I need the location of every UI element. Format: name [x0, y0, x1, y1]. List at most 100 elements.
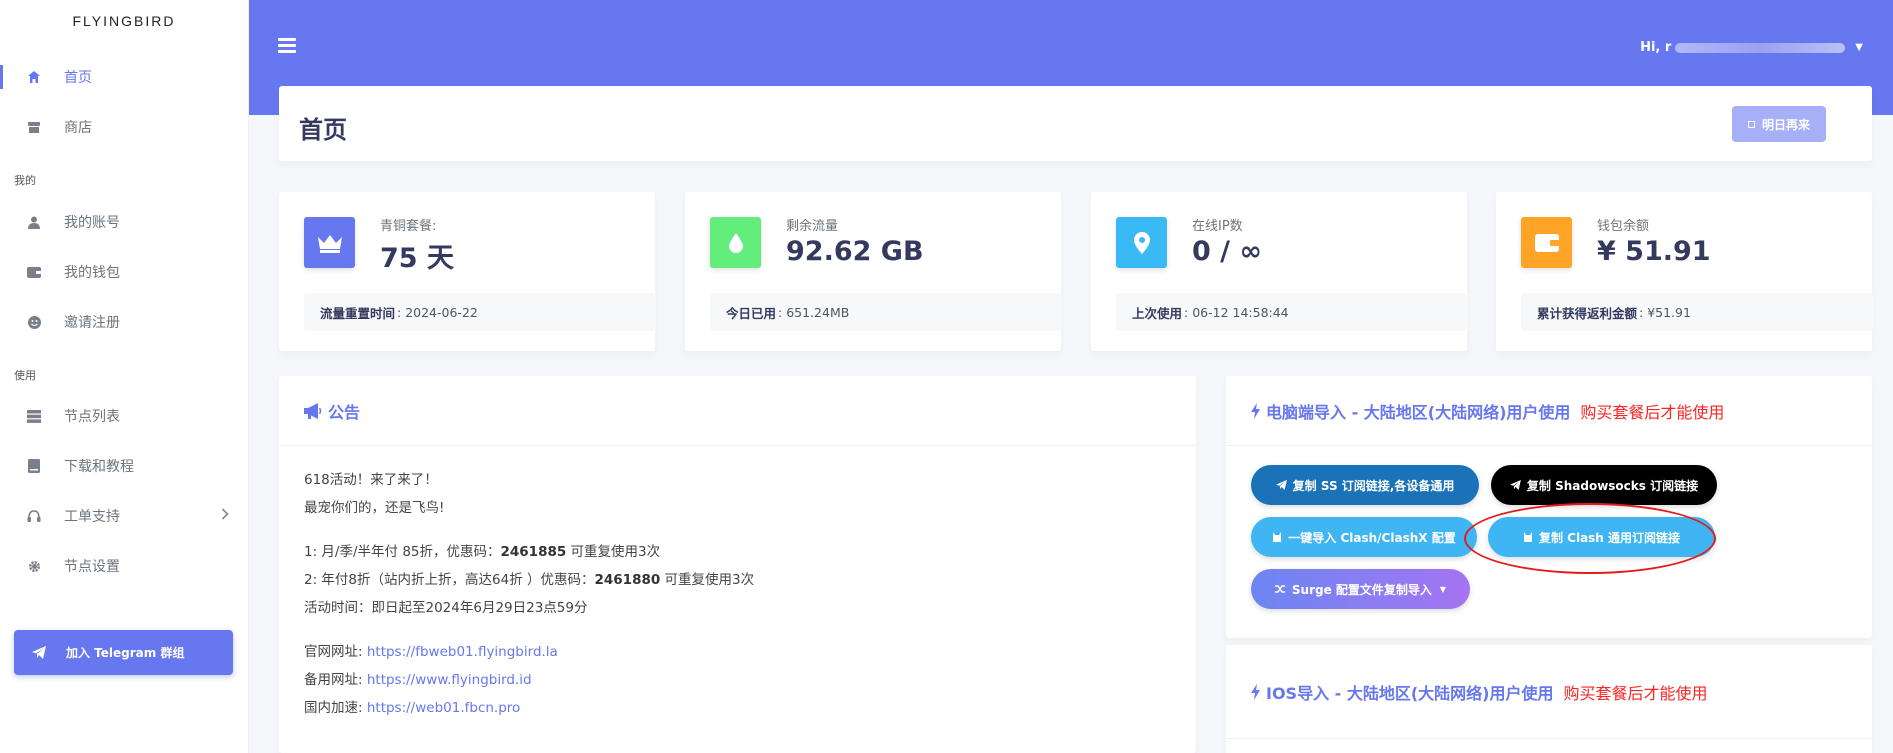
sidebar-item-label: 商店 [64, 120, 92, 136]
stat-footer-key: 上次使用 [1132, 305, 1183, 321]
notice-line: 最宠你们的，还是飞鸟! [304, 500, 445, 516]
sidebar-item-label: 下载和教程 [64, 459, 134, 475]
notice-line: 618活动！来了来了！ [304, 472, 438, 488]
ios-import-header: IOS导入 - 大陆地区(大陆网络)用户使用 购买套餐后才能使用 [1226, 645, 1872, 739]
stat-card-plan: 青铜套餐: 75 天 流量重置时间: 2024-06-22 [279, 192, 656, 351]
promo-text: 2: 年付8折（站内折上折，高达64折 ）优惠码： [304, 572, 595, 588]
cn-accel-link[interactable]: https://web01.fbcn.pro [367, 700, 520, 716]
stat-footer: 今日已用: 651.24MB [710, 293, 1062, 331]
stat-footer-value: : 2024-06-22 [397, 304, 478, 320]
user-icon [26, 214, 42, 230]
stat-label: 剩余流量 [786, 219, 839, 234]
button-label: 一键导入 Clash/ClashX 配置 [1288, 530, 1456, 545]
cat-icon [1272, 532, 1282, 542]
sidebar-item-label: 节点设置 [64, 559, 120, 575]
home-icon [26, 69, 42, 85]
menu-header-use: 使用 [14, 369, 36, 382]
caret-down-icon: ▼ [1855, 42, 1863, 53]
sidebar-item-store[interactable]: 商店 [0, 107, 249, 147]
stat-footer-key: 今日已用 [726, 305, 777, 321]
brand-logo[interactable]: FLYINGBIRD [0, 0, 248, 42]
sidebar-item-label: 首页 [64, 70, 92, 86]
url-line: 国内加速: https://web01.fbcn.pro [304, 694, 1171, 722]
ios-import-card: IOS导入 - 大陆地区(大陆网络)用户使用 购买套餐后才能使用 [1226, 645, 1872, 753]
wallet-icon [1521, 217, 1572, 268]
promo-code[interactable]: 2461885 [501, 544, 567, 560]
ios-import-warning: 购买套餐后才能使用 [1563, 683, 1708, 703]
menu-header-mine: 我的 [14, 174, 36, 187]
promo-line: 2: 年付8折（站内折上折，高达64折 ）优惠码：2461880 可重复使用3次 [304, 566, 1171, 594]
sidebar-item-invite[interactable]: 邀请注册 [0, 302, 249, 342]
sidebar-item-label: 邀请注册 [64, 315, 120, 331]
join-telegram-label: 加入 Telegram 群组 [66, 646, 185, 660]
import-clash-config-button[interactable]: 一键导入 Clash/ClashX 配置 [1251, 517, 1477, 557]
promo-text: 可重复使用3次 [660, 572, 755, 588]
bolt-icon [1251, 402, 1260, 419]
notice-title: 公告 [328, 402, 361, 422]
paper-plane-icon [32, 646, 46, 659]
copy-shadowsocks-subscription-button[interactable]: 复制 Shadowsocks 订阅链接 [1491, 465, 1717, 505]
book-icon [26, 458, 42, 474]
backup-site-link[interactable]: https://www.flyingbird.id [367, 672, 532, 688]
square-icon [1747, 120, 1755, 128]
promo-line: 1: 月/季/半年付 85折，优惠码：2461885 可重复使用3次 [304, 538, 1171, 566]
url-label: 国内加速: [304, 700, 367, 716]
stat-footer: 流量重置时间: 2024-06-22 [304, 293, 656, 331]
stat-value: 75 天 [380, 243, 454, 274]
user-dropdown[interactable]: Hi, r ▼ [1640, 40, 1863, 55]
sidebar: FLYINGBIRD 首页 商店 我的 我的账号 我的钱包 邀请注册 使用 节点… [0, 0, 249, 753]
sidebar-item-wallet[interactable]: 我的钱包 [0, 252, 249, 292]
caret-down-icon: ▼ [1439, 584, 1447, 594]
sidebar-item-label: 我的钱包 [64, 265, 120, 281]
stat-value: 92.62 GB [786, 236, 924, 267]
url-line: 官网网址: https://fbweb01.flyingbird.la [304, 638, 1171, 666]
promo-text: 可重复使用3次 [566, 544, 661, 560]
store-icon [26, 119, 42, 135]
checkin-button[interactable]: 明日再来 [1732, 106, 1826, 142]
surge-config-dropdown-button[interactable]: Surge 配置文件复制导入 ▼ [1251, 569, 1470, 609]
notice-body: 618活动！来了来了！ 最宠你们的，还是飞鸟! 1: 月/季/半年付 85折，优… [279, 466, 1196, 722]
promo-code[interactable]: 2461880 [595, 572, 661, 588]
red-highlight-annotation [1464, 503, 1716, 574]
copy-ss-subscription-button[interactable]: 复制 SS 订阅链接,各设备通用 [1251, 465, 1479, 505]
notice-card: 公告 618活动！来了来了！ 最宠你们的，还是飞鸟! 1: 月/季/半年付 85… [279, 376, 1196, 753]
paper-plane-icon [1510, 480, 1521, 490]
wallet-icon [26, 264, 42, 280]
stat-footer-key: 累计获得返利金额 [1537, 305, 1638, 321]
url-label: 官网网址: [304, 644, 367, 660]
stat-label: 青铜套餐: [380, 219, 437, 234]
crown-icon [304, 217, 355, 268]
button-label: 复制 SS 订阅链接,各设备通用 [1292, 478, 1455, 493]
shuffle-icon [1274, 584, 1286, 594]
headset-icon [26, 508, 42, 524]
sidebar-item-account[interactable]: 我的账号 [0, 202, 249, 242]
gear-icon [26, 558, 42, 574]
url-line: 备用网址: https://www.flyingbird.id [304, 666, 1171, 694]
drop-icon [710, 217, 761, 268]
ios-import-title: IOS导入 - 大陆地区(大陆网络)用户使用 [1266, 683, 1554, 703]
chevron-right-icon [221, 508, 229, 524]
sidebar-item-nodes[interactable]: 节点列表 [0, 396, 249, 436]
sidebar-item-node-settings[interactable]: 节点设置 [0, 546, 249, 586]
button-label: Surge 配置文件复制导入 [1291, 582, 1432, 597]
location-icon [1116, 217, 1167, 268]
sidebar-item-home[interactable]: 首页 [0, 57, 249, 97]
stat-footer-value: : ¥51.91 [1639, 304, 1691, 320]
stat-footer-value: : 06-12 14:58:44 [1184, 304, 1289, 320]
user-greeting: Hi, r [1640, 40, 1672, 55]
megaphone-icon [304, 402, 322, 419]
sidebar-item-tickets[interactable]: 工单支持 [0, 496, 249, 536]
section-header: 首页 明日再来 [279, 86, 1872, 161]
checkin-label: 明日再来 [1761, 117, 1810, 132]
official-site-link[interactable]: https://fbweb01.flyingbird.la [367, 644, 558, 660]
promo-text: 1: 月/季/半年付 85折，优惠码： [304, 544, 501, 560]
hamburger-menu-icon[interactable] [278, 38, 296, 54]
pc-import-warning: 购买套餐后才能使用 [1580, 402, 1725, 422]
url-label: 备用网址: [304, 672, 367, 688]
stat-card-traffic: 剩余流量 92.62 GB 今日已用: 651.24MB [685, 192, 1062, 351]
button-label: 复制 Shadowsocks 订阅链接 [1526, 478, 1699, 493]
join-telegram-button[interactable]: 加入 Telegram 群组 [14, 630, 233, 675]
promo-time: 活动时间：即日起至2024年6月29日23点59分 [304, 600, 588, 616]
sidebar-item-download[interactable]: 下载和教程 [0, 446, 249, 486]
pc-import-title: 电脑端导入 - 大陆地区(大陆网络)用户使用 [1266, 402, 1571, 422]
